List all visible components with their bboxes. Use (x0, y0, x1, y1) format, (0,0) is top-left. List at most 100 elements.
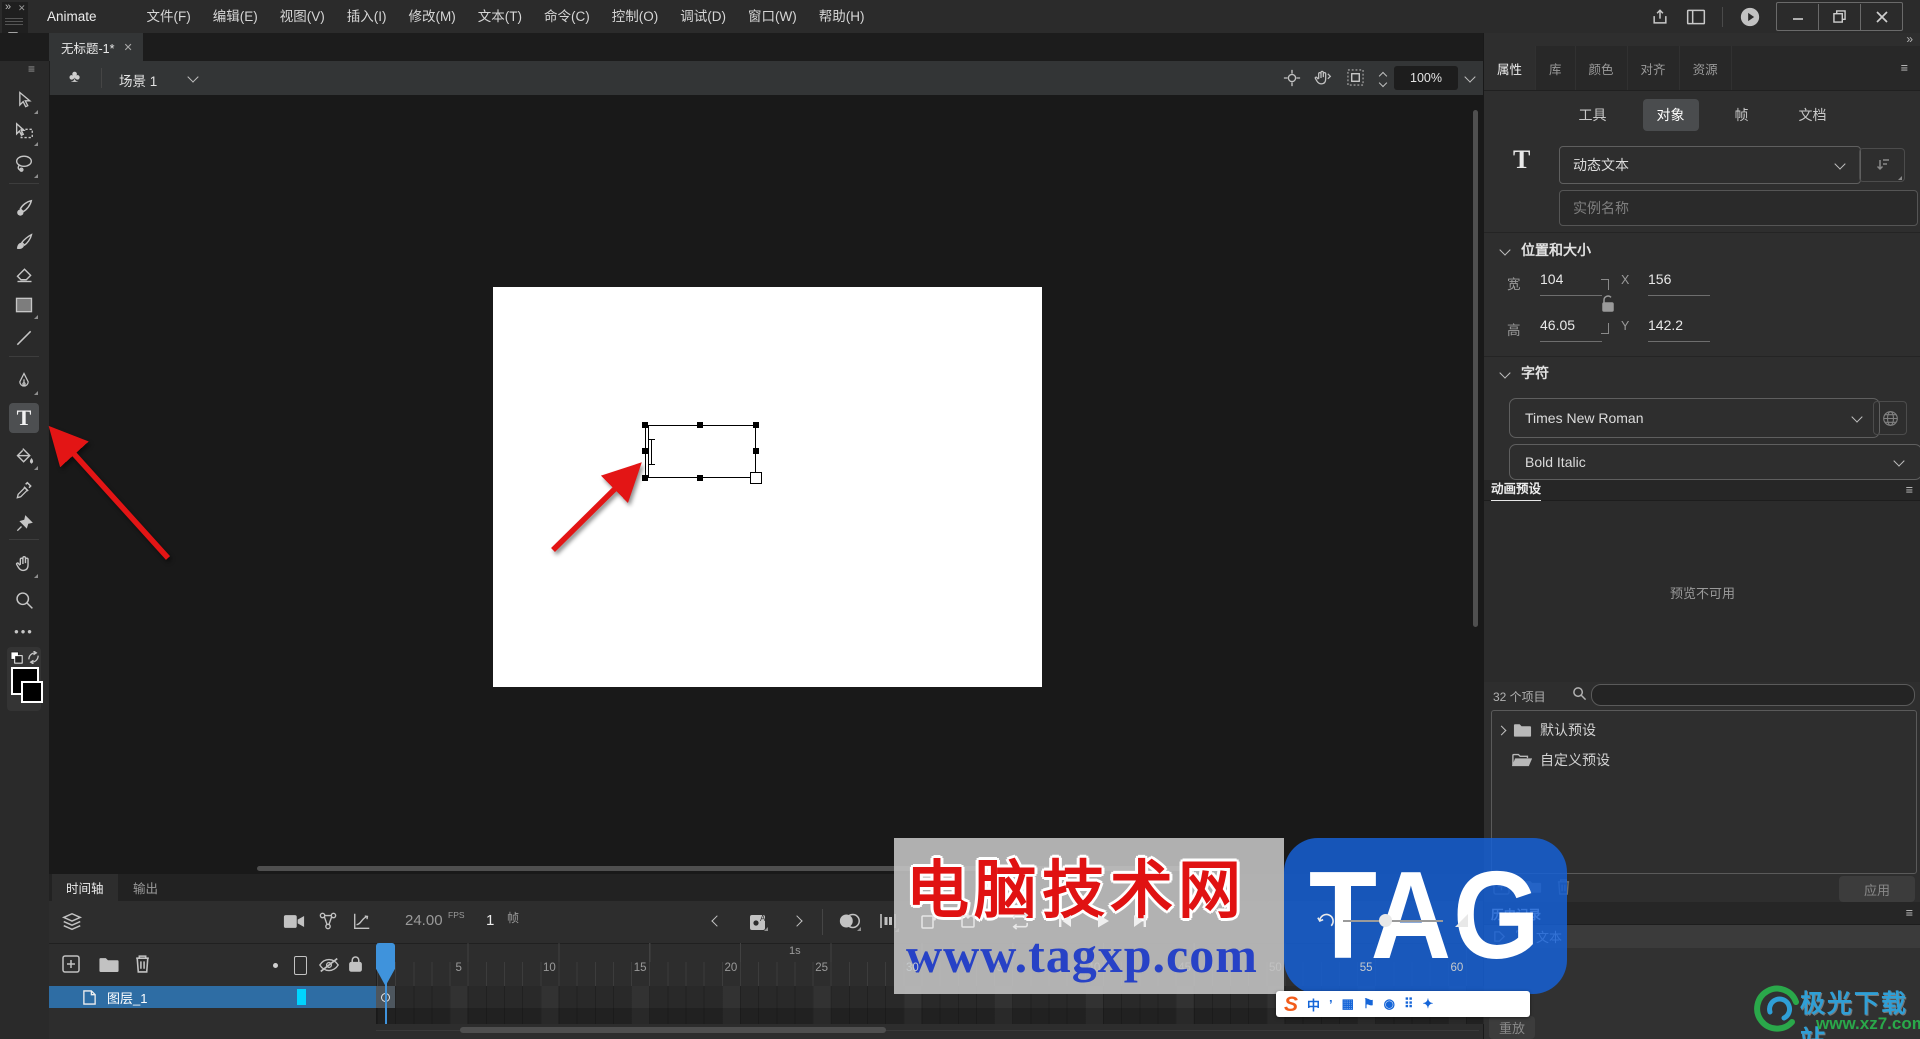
menu-item-debug[interactable]: 调试(D) (669, 0, 737, 33)
resize-handle-s[interactable] (697, 475, 703, 481)
menu-item-help[interactable]: 帮助(H) (808, 0, 876, 33)
delete-layer-icon[interactable] (134, 954, 151, 973)
text-tool[interactable]: T (9, 403, 39, 433)
tab-properties[interactable]: 属性 (1484, 46, 1537, 90)
eraser-tool[interactable] (9, 259, 39, 289)
apply-preset-button[interactable]: 应用 (1839, 876, 1915, 902)
scene-label[interactable]: 场景 1 (119, 70, 157, 90)
ime-grid-icon[interactable]: ⠿ (1404, 996, 1414, 1012)
menu-item-insert[interactable]: 插入(I) (336, 0, 398, 33)
ime-smart-icon[interactable]: ◉ (1384, 996, 1395, 1012)
vertical-scrollbar[interactable] (1473, 110, 1478, 627)
subselection-tool[interactable] (9, 117, 39, 147)
fluid-brush-tool[interactable] (9, 193, 39, 223)
resize-handle-w[interactable] (642, 448, 648, 454)
panel-close-icon[interactable]: ✕ (18, 3, 26, 14)
resize-handle-n[interactable] (697, 422, 703, 428)
menu-item-edit[interactable]: 编辑(E) (202, 0, 269, 33)
step-forward-icon[interactable] (1132, 913, 1148, 929)
canvas-area[interactable] (49, 95, 1483, 874)
tab-library[interactable]: 库 (1536, 46, 1576, 90)
menu-item-view[interactable]: 视图(V) (269, 0, 336, 33)
timeline-resize-icon[interactable] (1454, 913, 1469, 928)
asset-warp-tool[interactable] (9, 509, 39, 539)
layer-stack-icon[interactable] (61, 911, 83, 933)
subtab-frame[interactable]: 帧 (1721, 99, 1763, 131)
eyedropper-tool[interactable] (9, 476, 39, 506)
presets-menu-icon[interactable]: ≡ (1906, 483, 1913, 497)
menu-item-modify[interactable]: 修改(M) (398, 0, 467, 33)
x-value[interactable]: 156 (1648, 271, 1710, 296)
outline-view-icon[interactable] (294, 956, 307, 975)
motion-presets-title[interactable]: 动画预设 (1491, 478, 1542, 502)
pen-tool[interactable] (9, 366, 39, 396)
lock-layers-icon[interactable] (348, 955, 363, 973)
lock-unlinked-icon[interactable] (1600, 294, 1616, 314)
resize-handle-sw[interactable] (642, 475, 648, 481)
minimize-icon[interactable] (1777, 4, 1818, 30)
tab-assets[interactable]: 资源 (1680, 46, 1732, 90)
layer-parenting-icon[interactable] (318, 911, 338, 931)
camera-icon[interactable] (283, 913, 305, 930)
tab-color[interactable]: 颜色 (1576, 46, 1628, 90)
stage[interactable] (493, 287, 1042, 687)
test-movie-icon[interactable] (1739, 6, 1761, 28)
ime-toolbar[interactable]: S 中 ’ ▦ ⚑ ◉ ⠿ ✦ (1276, 991, 1530, 1017)
tab-timeline[interactable]: 时间轴 (52, 874, 118, 901)
more-tools-button[interactable]: ••• (9, 621, 39, 641)
insert-frame-icon[interactable] (960, 912, 978, 930)
layer-name[interactable]: 图层_1 (107, 988, 147, 1007)
zoom-step-down-icon[interactable] (1378, 78, 1388, 88)
new-layer-icon[interactable] (62, 955, 80, 973)
lasso-tool[interactable] (9, 149, 39, 179)
timeline-zoom-knob[interactable] (1379, 914, 1392, 927)
preset-search-input[interactable] (1591, 684, 1915, 706)
ime-keyboard-icon[interactable]: ▦ (1342, 996, 1354, 1012)
panel-expand-icon[interactable]: » (5, 1, 11, 13)
subtab-document[interactable]: 文档 (1785, 99, 1841, 131)
classic-brush-tool[interactable] (9, 227, 39, 257)
subtab-object[interactable]: 对象 (1642, 99, 1699, 131)
resize-handle-nw[interactable] (642, 422, 648, 428)
ime-mode-chinese[interactable]: 中 (1307, 995, 1320, 1014)
panel-menu-icon[interactable]: ≡ (1888, 46, 1920, 90)
stroke-color-swatch[interactable] (21, 681, 43, 703)
tab-align[interactable]: 对齐 (1628, 46, 1680, 90)
history-menu-icon[interactable]: ≡ (1906, 906, 1913, 920)
tools-panel-menu-icon[interactable]: ≡ (28, 62, 35, 76)
subtab-tool[interactable]: 工具 (1565, 99, 1621, 131)
previous-keyframe-icon[interactable] (711, 915, 723, 927)
step-back-icon[interactable] (1057, 913, 1073, 929)
replay-button[interactable]: 重放 (1489, 1016, 1535, 1039)
workspace-layout-icon[interactable] (1686, 8, 1706, 26)
highlight-layers-icon[interactable] (273, 963, 278, 968)
section-chevron-icon[interactable] (1499, 367, 1511, 379)
menu-item-window[interactable]: 窗口(W) (737, 0, 808, 33)
text-box[interactable] (642, 422, 762, 484)
ime-settings-icon[interactable]: ✦ (1422, 996, 1433, 1012)
width-value[interactable]: 104 (1540, 271, 1602, 296)
resize-handle-se-autosize[interactable] (750, 472, 762, 484)
section-chevron-icon[interactable] (1499, 244, 1511, 256)
rotate-tool-icon[interactable] (1312, 68, 1332, 88)
fps-value[interactable]: 24.00 (405, 912, 443, 929)
document-tab[interactable]: 无标题-1* ✕ (49, 33, 143, 61)
global-font-button[interactable] (1873, 401, 1907, 435)
reset-timeline-zoom-icon[interactable] (1316, 912, 1335, 930)
share-icon[interactable] (1650, 7, 1670, 27)
loop-playback-icon[interactable] (1010, 911, 1031, 931)
hand-tool[interactable] (9, 549, 39, 579)
font-family-select[interactable]: Times New Roman (1509, 398, 1880, 438)
menu-item-control[interactable]: 控制(O) (601, 0, 670, 33)
hide-layers-icon[interactable] (318, 956, 340, 974)
current-frame-value[interactable]: 1 (486, 912, 494, 929)
menu-item-file[interactable]: 文件(F) (136, 0, 202, 33)
resize-handle-e[interactable] (753, 448, 759, 454)
height-value[interactable]: 46.05 (1540, 317, 1602, 342)
zoom-chevron-down-icon[interactable] (1464, 71, 1476, 83)
ime-punctuation-icon[interactable]: ’ (1329, 997, 1333, 1012)
insert-keyframe-icon[interactable] (920, 912, 938, 930)
auto-keyframe-button[interactable]: A (749, 912, 769, 932)
new-folder-icon[interactable] (98, 956, 120, 973)
next-keyframe-icon[interactable] (791, 915, 803, 927)
